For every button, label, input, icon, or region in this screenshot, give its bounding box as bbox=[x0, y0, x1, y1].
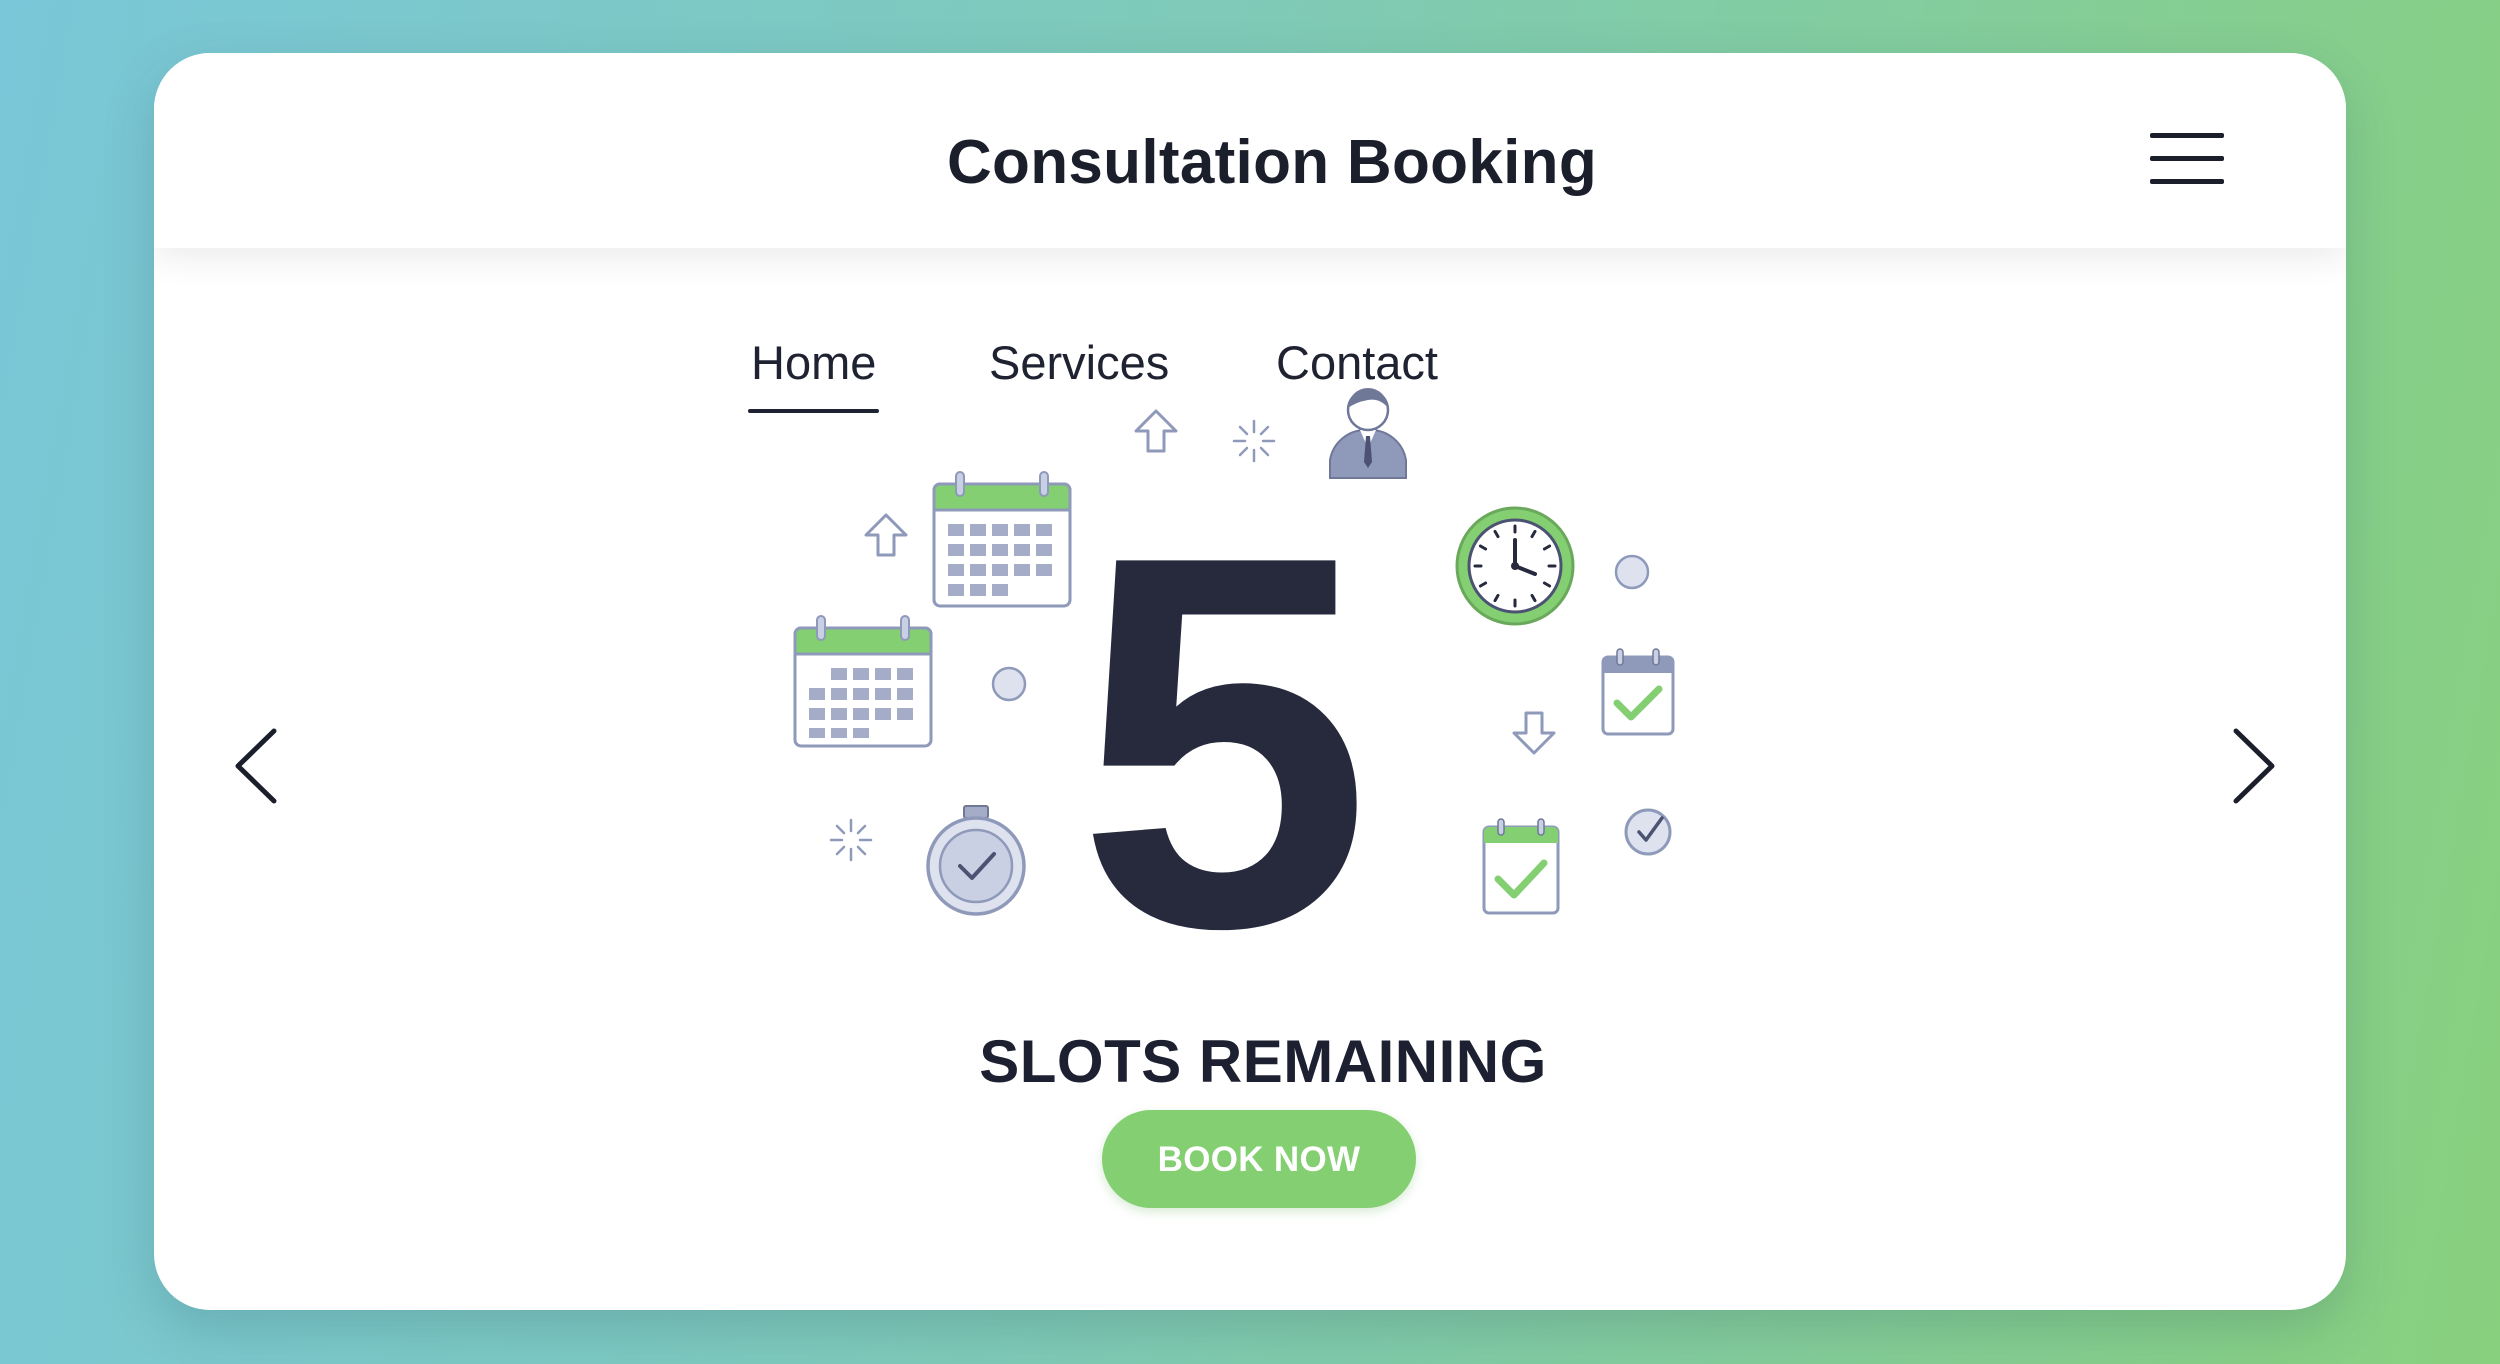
chevron-right-icon[interactable] bbox=[2216, 721, 2286, 811]
arrow-up-icon bbox=[864, 513, 908, 557]
calendar-check-icon bbox=[1601, 648, 1675, 736]
page-title: Consultation Booking bbox=[946, 128, 1598, 197]
slots-remaining-count: 5 bbox=[1076, 446, 1372, 1038]
nav-item-home[interactable]: Home bbox=[747, 335, 880, 413]
calendar-icon bbox=[793, 615, 933, 748]
nav-item-contact[interactable]: Contact bbox=[1276, 335, 1438, 390]
booking-card: Consultation Booking Home Services Conta… bbox=[154, 53, 2346, 1310]
dot-icon bbox=[991, 666, 1027, 702]
chevron-left-icon[interactable] bbox=[224, 721, 294, 811]
calendar-check-icon bbox=[1482, 818, 1560, 915]
main-nav: Home Services Contact bbox=[154, 335, 2346, 415]
slots-remaining-label: SLOTS REMAINING bbox=[979, 1028, 1547, 1095]
sparkle-icon bbox=[829, 818, 873, 862]
clock-icon bbox=[1455, 506, 1575, 626]
arrow-up-icon bbox=[1134, 409, 1178, 453]
dot-icon bbox=[1614, 554, 1650, 590]
arrow-down-icon bbox=[1512, 711, 1556, 755]
hamburger-menu-icon[interactable] bbox=[2150, 131, 2224, 187]
stopwatch-icon bbox=[926, 805, 1026, 916]
page-header: Consultation Booking bbox=[154, 53, 2346, 248]
nav-item-services[interactable]: Services bbox=[989, 335, 1169, 390]
book-now-button[interactable]: BOOK NOW bbox=[1102, 1110, 1416, 1208]
check-circle-icon bbox=[1624, 808, 1672, 856]
